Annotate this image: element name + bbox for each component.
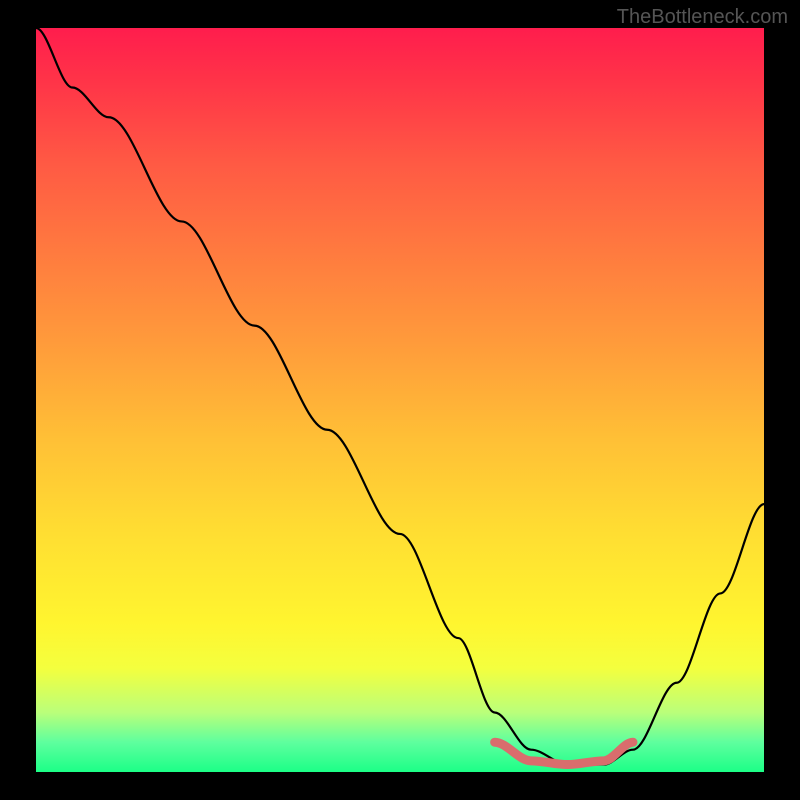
bottleneck-curve-path [36, 28, 764, 765]
chart-plot-area [36, 28, 764, 772]
curve-svg [36, 28, 764, 772]
optimal-range-path [495, 742, 633, 764]
watermark-text: TheBottleneck.com [617, 6, 788, 29]
